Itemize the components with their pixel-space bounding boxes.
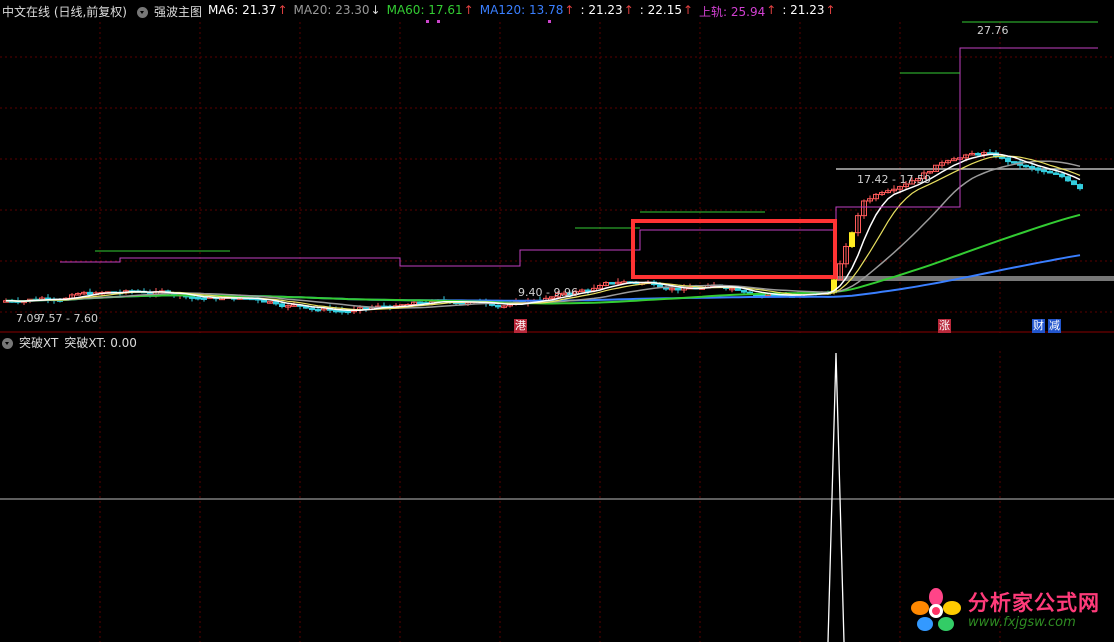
candle-body <box>1005 157 1011 163</box>
candle-body <box>849 232 855 247</box>
breakout-signal-spike <box>827 352 845 642</box>
zone-recent-label: 17.42 - 17.59 <box>857 173 931 186</box>
arrow-down-icon: ↓ <box>370 2 381 17</box>
candle-body <box>315 308 321 312</box>
event-tag-cai[interactable]: 财 <box>1032 319 1045 333</box>
candle-body <box>1041 169 1047 173</box>
candle-body <box>195 296 201 300</box>
indicator-values: MA6: 21.37 ↑ MA20: 23.30 ↓ MA60: 17.61 ↑ MA120… <box>208 3 842 20</box>
candle-body <box>741 289 747 293</box>
candle-body <box>333 309 339 313</box>
candle-body <box>273 301 279 305</box>
indicator-value-0: MA6: 21.37 <box>208 2 277 17</box>
candle-body <box>189 296 195 299</box>
arrow-up-icon: ↑ <box>623 2 634 17</box>
candle-body <box>609 282 615 285</box>
watermark: 分析家公式网 www.fxjgsw.com <box>910 588 1100 632</box>
sub-indicator-dropdown-icon[interactable] <box>2 337 13 349</box>
arrow-up-icon: ↑ <box>463 2 474 17</box>
candle-body <box>201 297 207 300</box>
candle-body <box>1065 176 1071 182</box>
sub-header: 突破XT 突破XT: 0.00 <box>2 333 143 351</box>
zone-mid-label: 9.40 - 9.96 <box>518 286 578 299</box>
watermark-url[interactable]: www.fxjgsw.com <box>968 615 1076 630</box>
candle-body <box>309 307 315 311</box>
main-header: 中文在线 (日线,前复权) 强波主图 MA6: 21.37 ↑ MA20: 23.3… <box>2 2 842 20</box>
main-chart-panel[interactable]: 中文在线 (日线,前复权) 强波主图 MA6: 21.37 ↑ MA20: 23.3… <box>0 0 1114 333</box>
candle-body <box>1029 165 1035 169</box>
zone-low-label: 7.57 - 7.60 <box>38 312 98 325</box>
indicator-value-3: MA120: 13.78 <box>479 2 564 17</box>
candle-body <box>1077 184 1083 190</box>
candle-body <box>1047 170 1053 174</box>
arrow-up-icon: ↑ <box>682 2 694 17</box>
main-chart-canvas[interactable] <box>0 0 1114 333</box>
indicator-value-4: : 21.23 <box>580 2 623 17</box>
price-high-label: 27.76 <box>977 24 1009 37</box>
sub-indicator-value: 突破XT: 0.00 <box>64 335 137 350</box>
candle-body <box>417 301 423 305</box>
candle-body <box>1071 180 1077 186</box>
indicator-dropdown-icon[interactable] <box>137 6 148 18</box>
flower-logo-icon <box>911 588 961 631</box>
event-tag-zhang[interactable]: 涨 <box>938 319 951 333</box>
sub-indicator-name[interactable]: 突破XT <box>19 334 58 351</box>
consolidation-highlight-box <box>631 219 837 279</box>
watermark-title: 分析家公式网 <box>968 590 1100 615</box>
indicator-value-7: : 21.23 <box>782 2 825 17</box>
arrow-up-icon: ↑ <box>825 2 836 17</box>
indicator-value-1: MA20: 23.30 <box>293 2 370 17</box>
upper-band-line <box>60 47 1098 267</box>
header-marker-dot <box>548 20 551 23</box>
candle-body <box>975 152 981 156</box>
stock-title: 中文在线 (日线,前复权) <box>2 4 127 19</box>
event-tag-jian[interactable]: 减 <box>1048 319 1061 333</box>
indicator-value-2: MA60: 17.61 <box>386 2 463 17</box>
arrow-up-icon: ↑ <box>766 2 777 17</box>
candle-body <box>345 310 351 314</box>
candle-body <box>1023 164 1029 168</box>
candle-body <box>657 284 663 288</box>
candle-body <box>735 287 741 291</box>
candle-body <box>1035 167 1041 171</box>
indicator-value-6: 上轨: 25.94 <box>699 4 766 19</box>
arrow-up-icon: ↑ <box>277 2 288 17</box>
sub-indicator-panel[interactable]: 突破XT 突破XT: 0.00 分析家公式网 www.fxjgsw.com <box>0 333 1114 642</box>
indicator-name[interactable]: 强波主图 <box>154 3 202 20</box>
low-value-label: 7.09 <box>16 312 41 325</box>
indicator-value-5: : 22.15 <box>639 2 682 17</box>
candle-body <box>1011 161 1017 164</box>
candle-body <box>87 291 93 296</box>
candle-body <box>279 303 285 307</box>
ref-band-support <box>836 276 1114 281</box>
header-marker-dot <box>426 20 429 23</box>
candle-body <box>261 299 267 303</box>
event-tag-gang[interactable]: 港 <box>514 319 527 333</box>
candle-body <box>999 156 1005 159</box>
header-marker-dot <box>437 20 440 23</box>
candle-body <box>339 310 345 313</box>
arrow-up-icon: ↑ <box>564 2 575 17</box>
candle-body <box>1053 172 1059 175</box>
candle-body <box>675 287 681 291</box>
candle-body <box>1059 173 1065 178</box>
candle-body <box>495 304 501 308</box>
